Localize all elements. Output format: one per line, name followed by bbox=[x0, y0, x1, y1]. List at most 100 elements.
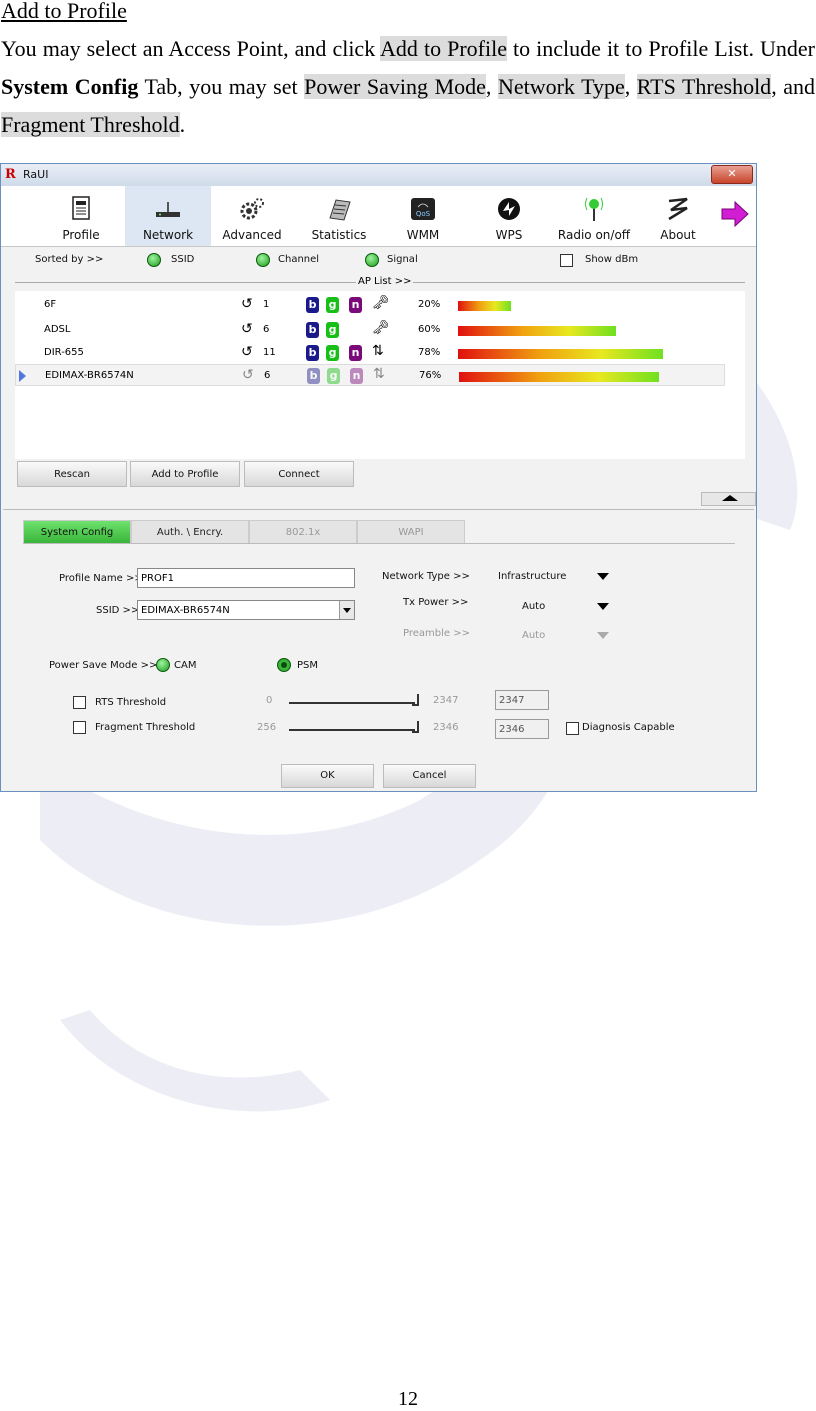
close-button[interactable]: ✕ bbox=[711, 165, 753, 184]
section-heading: Add to Profile bbox=[1, 0, 127, 23]
rts-slider-thumb[interactable] bbox=[412, 694, 419, 706]
para-highlight: RTS Threshold bbox=[636, 74, 772, 99]
para-highlight: Fragment Threshold bbox=[1, 112, 180, 137]
para-text: Tab, you may set bbox=[138, 74, 305, 99]
ap-ssid: DIR-655 bbox=[44, 347, 84, 358]
para-text: to include it to Profile List. Under bbox=[506, 36, 815, 61]
mode-b-icon: b bbox=[306, 345, 319, 361]
next-arrow-icon[interactable] bbox=[720, 200, 750, 228]
frag-slider-thumb[interactable] bbox=[412, 721, 419, 733]
show-dbm-checkbox[interactable] bbox=[560, 254, 573, 267]
mode-g-icon: g bbox=[326, 297, 339, 313]
ap-ssid: EDIMAX-BR6574N bbox=[45, 370, 134, 381]
toolbar-wps[interactable]: WPS bbox=[487, 186, 531, 246]
cancel-button[interactable]: Cancel bbox=[383, 764, 476, 788]
sort-ssid-radio[interactable] bbox=[147, 253, 161, 267]
network-type-dropdown-icon[interactable] bbox=[597, 573, 609, 580]
panel-divider bbox=[3, 509, 754, 510]
rts-threshold-checkbox[interactable] bbox=[73, 696, 86, 709]
toolbar-statistics[interactable]: Statistics bbox=[303, 186, 375, 246]
ap-signal-percent: 76% bbox=[419, 370, 442, 381]
key-icon: 🗝 bbox=[372, 320, 390, 336]
signal-strength-bar bbox=[458, 326, 616, 336]
preamble-dropdown-icon bbox=[597, 632, 609, 639]
network-icon bbox=[156, 202, 180, 217]
toolbar-label: Statistics bbox=[311, 228, 367, 242]
profile-name-input[interactable]: PROF1 bbox=[137, 568, 355, 588]
rts-slider-track[interactable] bbox=[289, 702, 415, 704]
tab-system-config[interactable]: System Config bbox=[23, 520, 131, 544]
sort-channel-radio[interactable] bbox=[256, 253, 270, 267]
frag-value-field[interactable]: 2346 bbox=[495, 719, 549, 739]
channel-icon: ↺ bbox=[242, 367, 254, 383]
ap-list-row[interactable]: EDIMAX-BR6574N ↺ 6 b g n ⇅ 76% bbox=[15, 364, 725, 386]
ap-signal-percent: 60% bbox=[418, 324, 441, 335]
ssid-select[interactable]: EDIMAX-BR6574N bbox=[137, 600, 355, 620]
mode-g-icon: g bbox=[326, 345, 339, 361]
cam-radio[interactable] bbox=[156, 658, 170, 672]
tab-8021x[interactable]: 802.1x bbox=[249, 520, 357, 544]
para-text: You may select an Access Point, and clic… bbox=[1, 36, 381, 61]
ap-list-row[interactable]: ADSL ↺ 6 b g 🗝 60% bbox=[15, 319, 745, 341]
sort-ssid-label: SSID bbox=[171, 254, 195, 265]
security-icon: ⇅ bbox=[372, 343, 384, 359]
description-paragraph: You may select an Access Point, and clic… bbox=[1, 30, 815, 144]
ap-signal-percent: 20% bbox=[418, 299, 441, 310]
para-text: , bbox=[485, 74, 498, 99]
sort-signal-radio[interactable] bbox=[365, 253, 379, 267]
mode-g-icon: g bbox=[326, 322, 339, 338]
tx-power-dropdown-icon[interactable] bbox=[597, 603, 609, 610]
para-highlight: Add to Profile bbox=[380, 36, 507, 61]
frag-slider-track[interactable] bbox=[289, 729, 415, 731]
mode-n-icon: n bbox=[349, 345, 362, 361]
para-highlight: Network Type bbox=[497, 74, 625, 99]
rts-min-label: 0 bbox=[266, 695, 273, 706]
toolbar: Profile Network Advanced Statistics QoS … bbox=[1, 186, 756, 247]
mode-b-icon: b bbox=[307, 368, 320, 384]
toolbar-network[interactable]: Network bbox=[125, 186, 211, 246]
toolbar-profile[interactable]: Profile bbox=[51, 186, 111, 246]
toolbar-label: About bbox=[660, 228, 696, 242]
signal-strength-bar bbox=[458, 349, 663, 359]
tab-wapi[interactable]: WAPI bbox=[357, 520, 465, 544]
psm-radio[interactable] bbox=[277, 658, 291, 672]
channel-icon: ↺ bbox=[241, 344, 253, 360]
ap-list-row[interactable]: DIR-655 ↺ 11 b g n ⇅ 78% bbox=[15, 342, 745, 364]
psm-label: PSM bbox=[297, 660, 319, 671]
title-bar: R RaUI ✕ bbox=[1, 164, 756, 187]
para-text: . bbox=[179, 112, 186, 137]
mode-b-icon: b bbox=[306, 322, 319, 338]
connect-button[interactable]: Connect bbox=[244, 461, 354, 487]
para-highlight: Power Saving Mode bbox=[304, 74, 486, 99]
cam-label: CAM bbox=[174, 660, 197, 671]
network-type-value[interactable]: Infrastructure bbox=[498, 571, 566, 582]
ok-button[interactable]: OK bbox=[281, 764, 374, 788]
mode-b-icon: b bbox=[306, 297, 319, 313]
add-to-profile-button[interactable]: Add to Profile bbox=[130, 461, 240, 487]
rescan-button[interactable]: Rescan bbox=[17, 461, 127, 487]
tx-power-label: Tx Power >> bbox=[403, 597, 469, 608]
toolbar-wmm[interactable]: QoS WMM bbox=[399, 186, 447, 246]
toolbar-advanced[interactable]: Advanced bbox=[219, 186, 285, 246]
ap-channel: 1 bbox=[263, 299, 270, 310]
chevron-down-icon bbox=[343, 608, 351, 613]
ap-list-label: AP List >> bbox=[356, 276, 414, 287]
toolbar-about[interactable]: About bbox=[655, 186, 701, 246]
wps-icon bbox=[498, 198, 520, 220]
diagnosis-capable-checkbox[interactable] bbox=[566, 722, 579, 735]
power-save-mode-label: Power Save Mode >> bbox=[49, 660, 158, 671]
toolbar-label: Radio on/off bbox=[557, 228, 631, 242]
ssid-dropdown-button[interactable] bbox=[339, 601, 354, 619]
profile-name-label: Profile Name >> bbox=[59, 573, 143, 584]
toolbar-radio[interactable]: Radio on/off bbox=[549, 186, 639, 246]
rts-value-field[interactable]: 2347 bbox=[495, 690, 549, 710]
sort-channel-label: Channel bbox=[278, 254, 320, 265]
ap-list-row[interactable]: 6F ↺ 1 b g n 🗝 20% bbox=[15, 294, 745, 316]
tx-power-value[interactable]: Auto bbox=[522, 601, 545, 612]
collapse-button[interactable] bbox=[701, 492, 756, 506]
fragment-threshold-checkbox[interactable] bbox=[73, 721, 86, 734]
tab-auth-encry[interactable]: Auth. \ Encry. bbox=[131, 520, 249, 544]
profile-icon bbox=[72, 196, 90, 220]
signal-strength-bar bbox=[458, 301, 511, 311]
frag-min-label: 256 bbox=[257, 722, 277, 733]
